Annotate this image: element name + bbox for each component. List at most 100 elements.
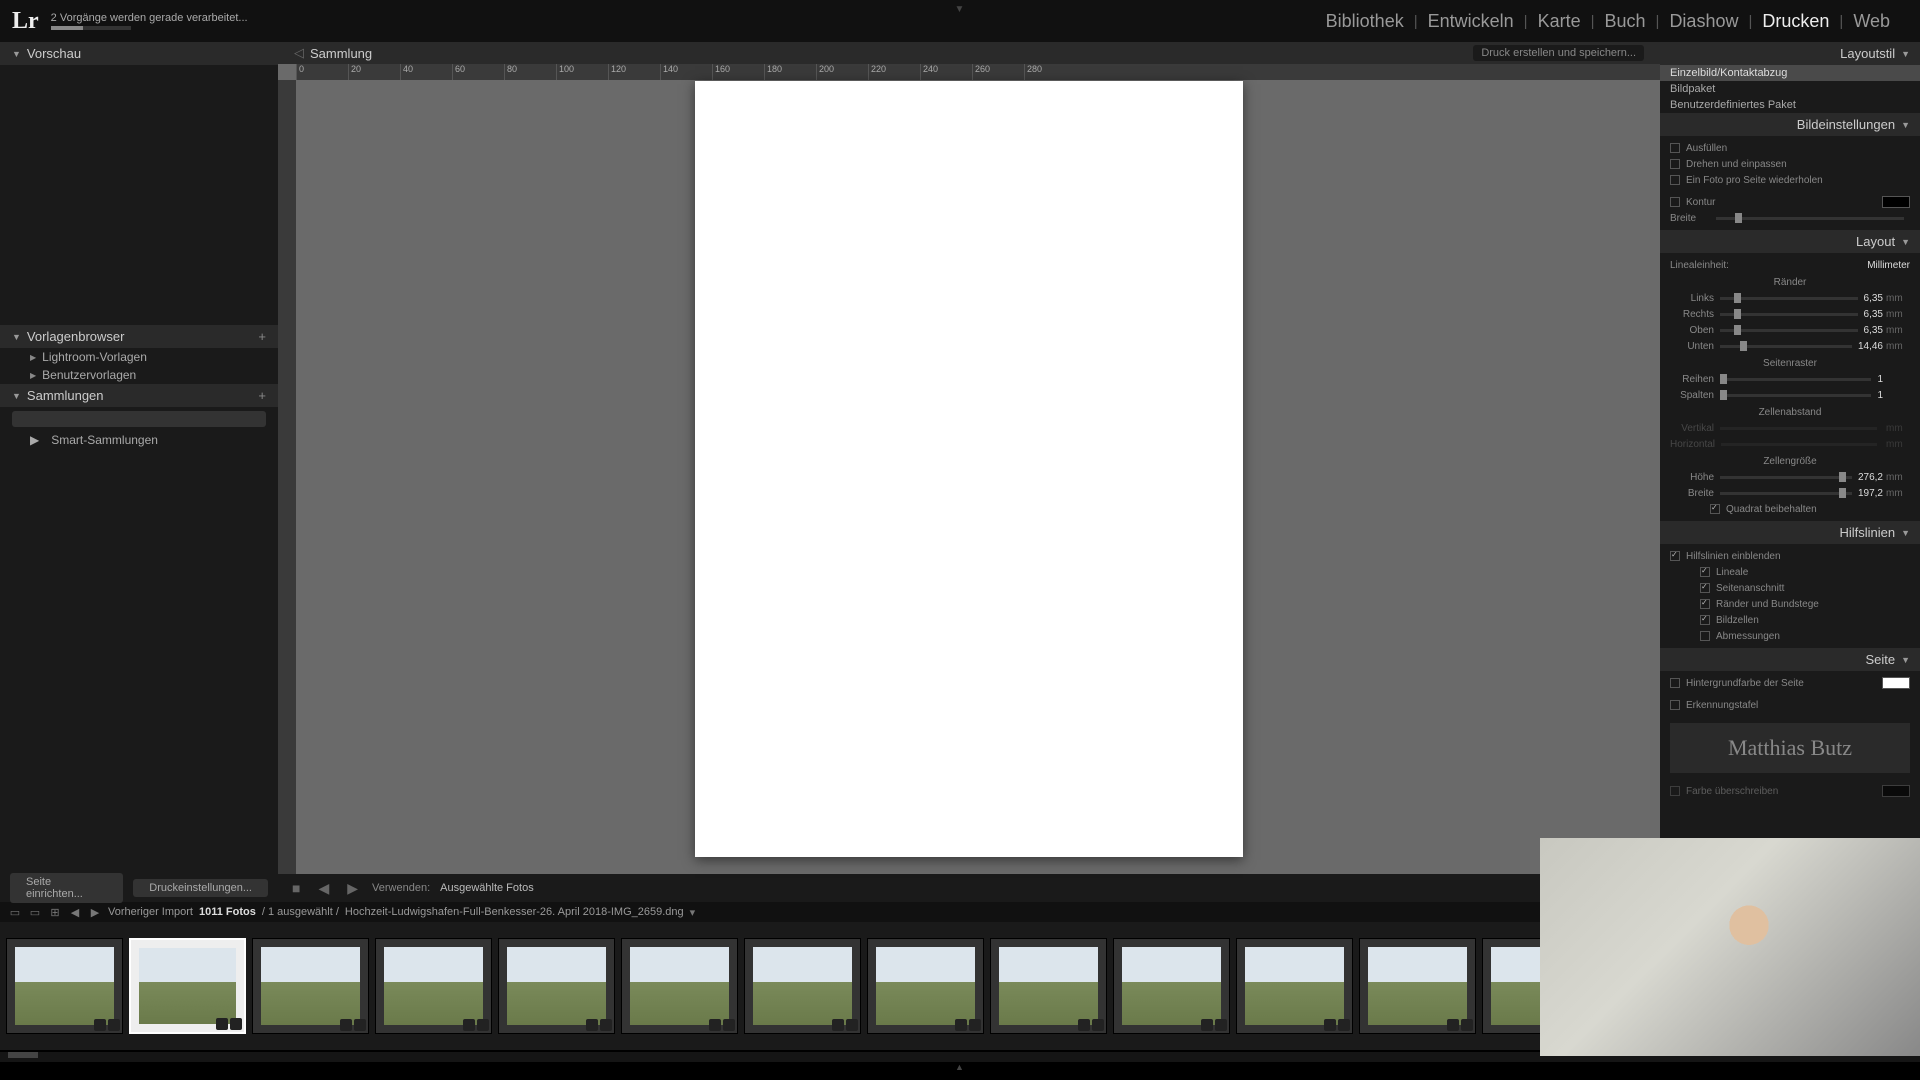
- template-browser-header[interactable]: ▼ Vorlagenbrowser +: [0, 325, 278, 348]
- progress-bar: [51, 26, 131, 30]
- thumbnail[interactable]: [252, 938, 369, 1034]
- identity-plate-checkbox[interactable]: [1670, 700, 1680, 710]
- module-drucken[interactable]: Drucken: [1752, 11, 1839, 32]
- thumbnail[interactable]: [6, 938, 123, 1034]
- left-panel: ▼ Vorschau ▼ Vorlagenbrowser + ▶Lightroo…: [0, 42, 278, 902]
- rows-slider[interactable]: [1720, 378, 1871, 381]
- panel-grip-top[interactable]: ▼: [955, 4, 966, 15]
- add-collection-icon[interactable]: +: [258, 388, 266, 403]
- thumbnail[interactable]: [1236, 938, 1353, 1034]
- layout-style-list: Einzelbild/Kontaktabzug Bildpaket Benutz…: [1660, 65, 1920, 113]
- smart-collections-item[interactable]: ▶ Smart-Sammlungen: [0, 431, 278, 449]
- status-block: 2 Vorgänge werden gerade verarbeitet...: [51, 12, 248, 30]
- margin-left-slider[interactable]: [1720, 297, 1858, 300]
- guide-rulers-checkbox[interactable]: [1700, 567, 1710, 577]
- ruler-unit-dropdown[interactable]: Millimeter: [1867, 260, 1910, 271]
- stroke-color-swatch[interactable]: [1882, 196, 1910, 208]
- guide-dimensions-checkbox[interactable]: [1700, 631, 1710, 641]
- source-label[interactable]: Vorheriger Import: [108, 906, 193, 918]
- stop-icon[interactable]: ■: [288, 880, 304, 896]
- thumbnail[interactable]: [867, 938, 984, 1034]
- preview-panel-header[interactable]: ▼ Vorschau: [0, 42, 278, 65]
- identity-plate-preview[interactable]: Matthias Butz: [1670, 723, 1910, 773]
- ruler-vertical: [278, 80, 296, 874]
- module-karte[interactable]: Karte: [1528, 11, 1591, 32]
- collection-label: Sammlung: [310, 46, 372, 61]
- margin-right-slider[interactable]: [1720, 313, 1858, 316]
- triangle-right-icon: ▶: [30, 353, 36, 362]
- template-folder-user[interactable]: ▶Benutzervorlagen: [0, 366, 278, 384]
- nav-back-icon[interactable]: ◀: [68, 906, 82, 918]
- module-picker: Bibliothek|Entwickeln|Karte|Buch|Diashow…: [1316, 11, 1920, 32]
- cell-width-slider[interactable]: [1720, 492, 1852, 495]
- next-page-icon[interactable]: ▶: [343, 880, 362, 897]
- thumbnail[interactable]: [498, 938, 615, 1034]
- add-template-icon[interactable]: +: [258, 329, 266, 344]
- rotate-to-fit-checkbox[interactable]: [1670, 159, 1680, 169]
- thumbnail[interactable]: [375, 938, 492, 1034]
- grid-icon[interactable]: ⊞: [48, 906, 62, 918]
- guide-bleed-checkbox[interactable]: [1700, 583, 1710, 593]
- thumbnail[interactable]: [1113, 938, 1230, 1034]
- cell-height-slider[interactable]: [1720, 476, 1852, 479]
- style-custom-package[interactable]: Benutzerdefiniertes Paket: [1660, 97, 1920, 113]
- collection-filter-input[interactable]: [12, 411, 266, 427]
- second-window-icon[interactable]: ▭: [8, 906, 22, 918]
- module-web[interactable]: Web: [1843, 11, 1900, 32]
- style-single-contact[interactable]: Einzelbild/Kontaktabzug: [1660, 65, 1920, 81]
- guide-cells-checkbox[interactable]: [1700, 615, 1710, 625]
- print-settings-button[interactable]: Druckeinstellungen...: [133, 879, 268, 897]
- collections-header[interactable]: ▼ Sammlungen +: [0, 384, 278, 407]
- layout-style-header[interactable]: Layoutstil▼: [1660, 42, 1920, 65]
- create-saved-print-button[interactable]: Druck erstellen und speichern...: [1473, 45, 1644, 61]
- print-page[interactable]: [695, 81, 1243, 857]
- top-bar: Lr 2 Vorgänge werden gerade verarbeitet.…: [0, 0, 1920, 42]
- override-color-checkbox[interactable]: [1670, 786, 1680, 796]
- template-preview: [0, 65, 278, 325]
- thumbnail[interactable]: [621, 938, 738, 1034]
- chevron-left-icon[interactable]: ◁: [294, 45, 304, 61]
- triangle-down-icon: ▼: [1901, 528, 1910, 538]
- thumbnail[interactable]: [1359, 938, 1476, 1034]
- guide-margins-checkbox[interactable]: [1700, 599, 1710, 609]
- module-bibliothek[interactable]: Bibliothek: [1316, 11, 1414, 32]
- right-panel: Layoutstil▼ Einzelbild/Kontaktabzug Bild…: [1660, 42, 1920, 902]
- thumbnail[interactable]: [990, 938, 1107, 1034]
- page-bg-swatch[interactable]: [1882, 677, 1910, 689]
- repeat-one-photo-checkbox[interactable]: [1670, 175, 1680, 185]
- panel-grip-bottom[interactable]: ▲: [0, 1062, 1920, 1072]
- nav-forward-icon[interactable]: ▶: [88, 906, 102, 918]
- style-picture-package[interactable]: Bildpaket: [1660, 81, 1920, 97]
- module-entwickeln[interactable]: Entwickeln: [1418, 11, 1524, 32]
- module-diashow[interactable]: Diashow: [1659, 11, 1748, 32]
- prev-page-icon[interactable]: ◀: [314, 880, 333, 897]
- stroke-width-slider[interactable]: [1716, 217, 1904, 220]
- grid-subheader: Seitenraster: [1670, 358, 1910, 369]
- image-settings-header[interactable]: Bildeinstellungen▼: [1660, 113, 1920, 136]
- print-canvas[interactable]: 020406080100120140160180200220240260280: [278, 64, 1660, 874]
- page-panel-header[interactable]: Seite▼: [1660, 648, 1920, 671]
- cols-slider[interactable]: [1720, 394, 1871, 397]
- zoom-to-fill-checkbox[interactable]: [1670, 143, 1680, 153]
- template-folder-lightroom[interactable]: ▶Lightroom-Vorlagen: [0, 348, 278, 366]
- margin-top-slider[interactable]: [1720, 329, 1858, 332]
- use-value[interactable]: Ausgewählte Fotos: [440, 882, 534, 894]
- second-window-2-icon[interactable]: ▭: [28, 906, 42, 918]
- guides-body: Hilfslinien einblenden Lineale Seitenans…: [1660, 544, 1920, 648]
- stroke-border-checkbox[interactable]: [1670, 197, 1680, 207]
- margin-bottom-slider[interactable]: [1720, 345, 1852, 348]
- chevron-down-icon[interactable]: ▾: [690, 906, 696, 919]
- page-bg-checkbox[interactable]: [1670, 678, 1680, 688]
- h-spacing-slider: [1721, 443, 1877, 446]
- thumbnail[interactable]: [744, 938, 861, 1034]
- keep-square-checkbox[interactable]: [1710, 504, 1720, 514]
- thumbnail[interactable]: [129, 938, 246, 1034]
- status-text: 2 Vorgänge werden gerade verarbeitet...: [51, 12, 248, 24]
- guides-header[interactable]: Hilfslinien▼: [1660, 521, 1920, 544]
- module-buch[interactable]: Buch: [1595, 11, 1656, 32]
- override-color-swatch[interactable]: [1882, 785, 1910, 797]
- layout-header[interactable]: Layout▼: [1660, 230, 1920, 253]
- template-browser-title: Vorlagenbrowser: [27, 329, 125, 344]
- page-setup-button[interactable]: Seite einrichten...: [10, 873, 123, 903]
- show-guides-checkbox[interactable]: [1670, 551, 1680, 561]
